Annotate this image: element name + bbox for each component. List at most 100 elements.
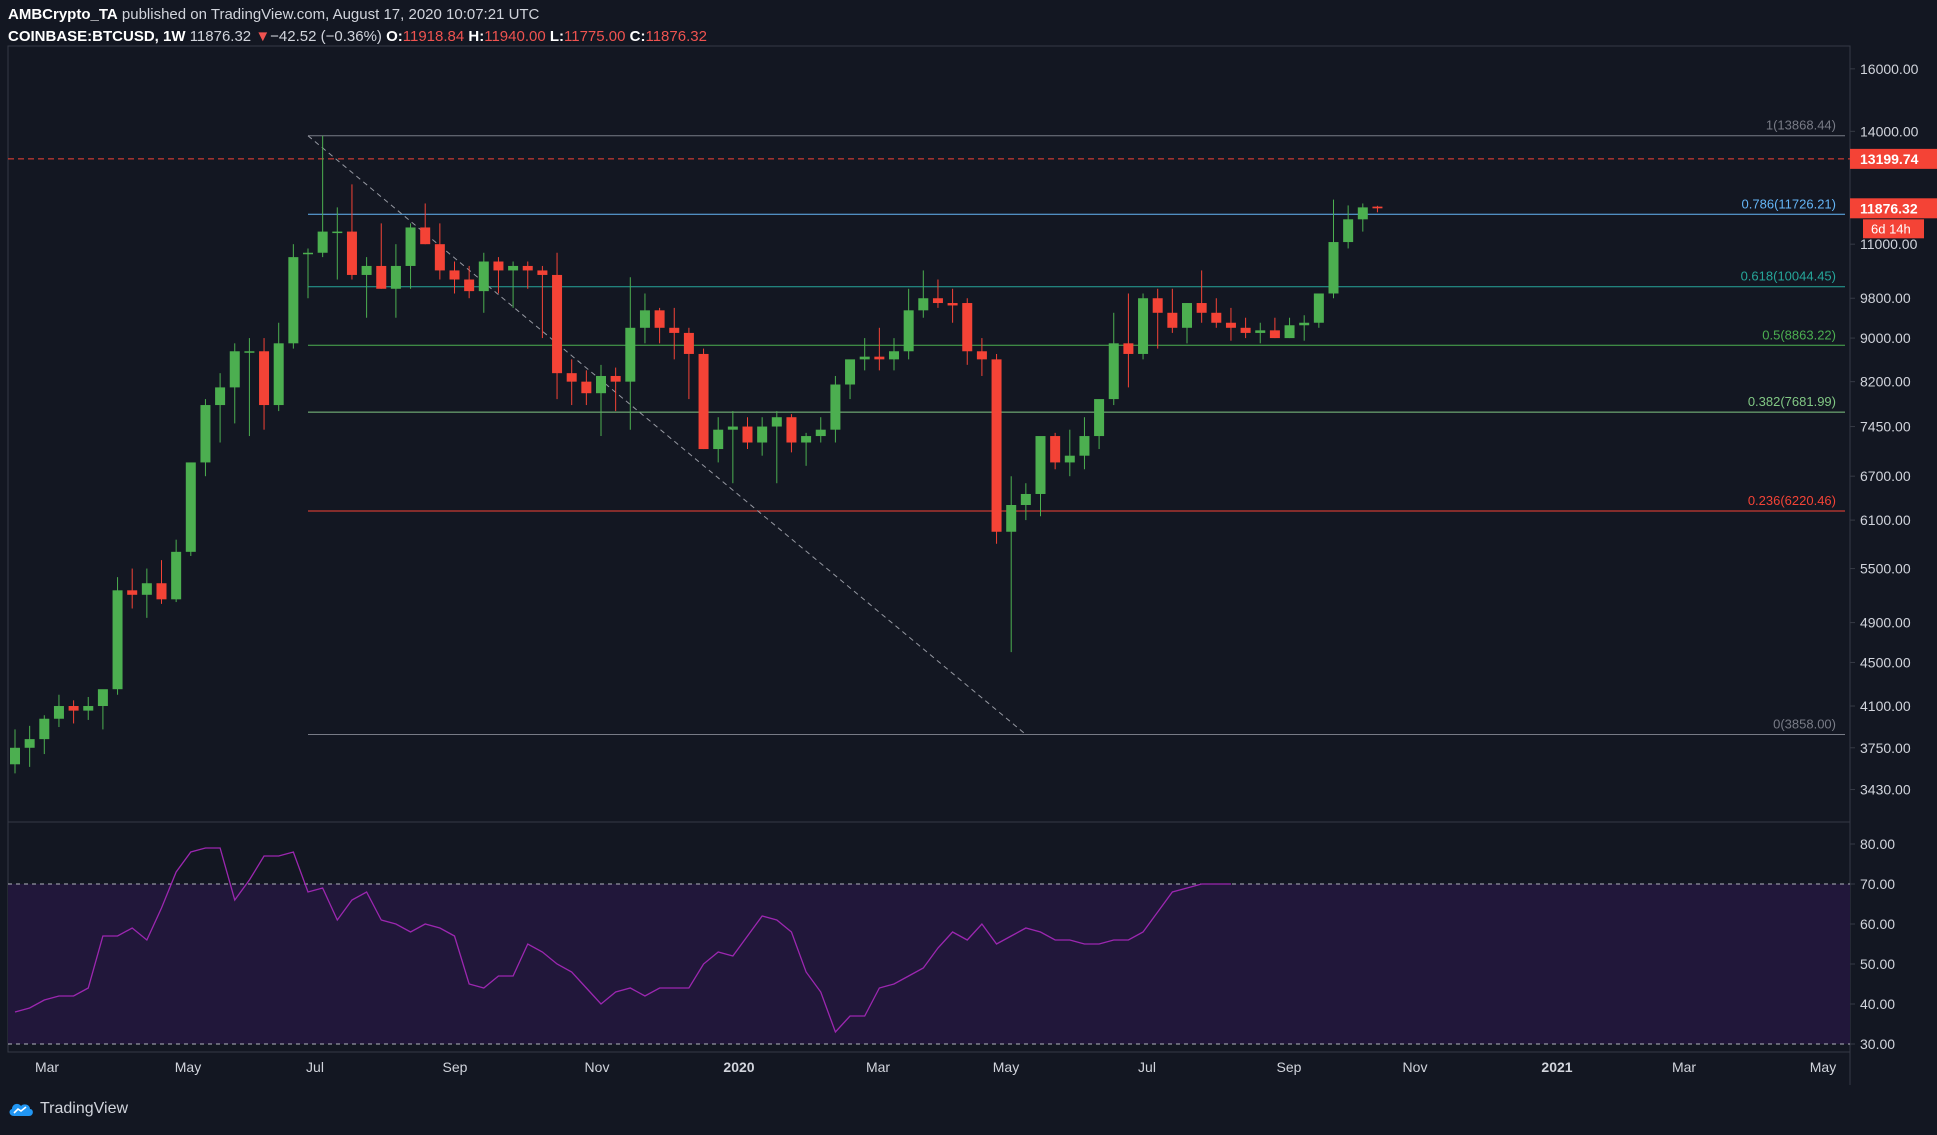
candle-body xyxy=(683,332,694,354)
rsi-tick-label: 50.00 xyxy=(1860,956,1895,972)
candle-body xyxy=(1225,322,1236,328)
candle-body xyxy=(1357,207,1368,220)
candle-body xyxy=(493,261,504,271)
candle-body xyxy=(1138,298,1149,354)
candle-body xyxy=(1269,330,1280,339)
candle-body xyxy=(1064,455,1075,463)
candle-body xyxy=(1094,399,1105,437)
candle-body xyxy=(786,417,797,443)
candle-body xyxy=(1006,504,1017,532)
rsi-tick-label: 60.00 xyxy=(1860,916,1895,932)
candle-body xyxy=(97,689,108,707)
candle-body xyxy=(639,310,650,328)
y-tick-label: 6700.00 xyxy=(1860,468,1911,484)
candle-body xyxy=(522,265,533,271)
candle-body xyxy=(317,231,328,253)
candle-body xyxy=(259,351,270,406)
y-tick-label: 7450.00 xyxy=(1860,419,1911,435)
candle-body xyxy=(874,356,885,360)
tradingview-logo[interactable]: TradingView xyxy=(8,1100,128,1118)
candle-body xyxy=(566,373,577,382)
fib-level-label: 0(3858.00) xyxy=(1773,716,1836,731)
candle-body xyxy=(932,298,943,304)
candle-body xyxy=(991,359,1002,532)
candle-body xyxy=(229,351,240,388)
x-tick-label: Mar xyxy=(1672,1059,1696,1075)
candle-body xyxy=(581,381,592,394)
candle-body xyxy=(1050,436,1061,463)
candle-body xyxy=(185,462,196,552)
y-tick-label: 4900.00 xyxy=(1860,615,1911,631)
candle-body xyxy=(1167,312,1178,328)
candle-body xyxy=(1313,293,1324,323)
y-tick-label: 3750.00 xyxy=(1860,740,1911,756)
candle-body xyxy=(10,747,20,765)
rsi-tick-label: 30.00 xyxy=(1860,1036,1895,1052)
candle-body xyxy=(171,551,182,600)
candle-body xyxy=(434,244,445,271)
candle-body xyxy=(1328,242,1339,294)
y-tick-label: 14000.00 xyxy=(1860,123,1919,139)
candle-body xyxy=(771,417,782,427)
fib-trend-line xyxy=(307,135,1027,735)
x-tick-label: Sep xyxy=(443,1059,468,1075)
y-tick-label: 8200.00 xyxy=(1860,374,1911,390)
y-tick-label: 3430.00 xyxy=(1860,782,1911,798)
y-tick-label: 4100.00 xyxy=(1860,698,1911,714)
candle-body xyxy=(669,327,680,333)
x-tick-label: Jul xyxy=(306,1059,324,1075)
fib-level-label: 1(13868.44) xyxy=(1766,118,1836,133)
candle-body xyxy=(698,353,709,450)
candle-body xyxy=(845,359,856,385)
candle-body xyxy=(508,265,519,271)
fib-level-label: 0.618(10044.45) xyxy=(1741,269,1836,284)
candle-body xyxy=(112,590,123,690)
y-tick-label: 11000.00 xyxy=(1860,236,1918,252)
candle-body xyxy=(1108,343,1119,400)
candle-body xyxy=(1152,298,1163,313)
fib-level-label: 0.382(7681.99) xyxy=(1748,394,1836,409)
candle-body xyxy=(1182,303,1192,328)
price-chart[interactable]: 16000.00 14000.00 11000.00 9800.00 9000.00 82… xyxy=(0,0,1937,1135)
rsi-tick-label: 70.00 xyxy=(1860,876,1895,892)
y-tick-label: 5500.00 xyxy=(1860,561,1911,577)
resistance-price-label: 13199.74 xyxy=(1860,151,1919,167)
brand-name: TradingView xyxy=(40,1100,129,1117)
y-tick-label: 4500.00 xyxy=(1860,654,1911,670)
y-tick-label: 9800.00 xyxy=(1860,290,1911,306)
candle-body xyxy=(1240,327,1251,333)
tradingview-cloud-icon xyxy=(9,1103,33,1116)
candle-body xyxy=(361,265,372,275)
candle-body xyxy=(625,327,636,382)
candle-body xyxy=(332,231,343,234)
candle-body xyxy=(552,274,563,374)
candle-body xyxy=(68,706,79,711)
candle-body xyxy=(1211,312,1222,323)
candle-body xyxy=(889,351,899,360)
candle-body xyxy=(83,706,94,711)
candle-body xyxy=(859,356,870,360)
candle-body xyxy=(727,426,738,430)
candle-body xyxy=(141,583,152,595)
candle-body xyxy=(405,227,416,266)
candle-body xyxy=(596,375,606,394)
candle-body xyxy=(815,429,826,437)
candle-body xyxy=(1299,322,1310,326)
candle-body xyxy=(903,310,914,352)
x-tick-label: Nov xyxy=(585,1059,610,1075)
candle-body xyxy=(1079,436,1090,456)
candle-body xyxy=(449,270,460,280)
fib-level-label: 0.236(6220.46) xyxy=(1748,493,1836,508)
candle-body xyxy=(244,351,255,353)
candle-body xyxy=(346,231,357,275)
x-tick-label: Mar xyxy=(35,1059,59,1075)
candle-body xyxy=(801,436,812,443)
x-tick-label: Sep xyxy=(1277,1059,1302,1075)
candle-body xyxy=(464,279,475,292)
x-tick-label: 2021 xyxy=(1541,1059,1572,1075)
fib-level-label: 0.5(8863.22) xyxy=(1762,327,1836,342)
candle-body xyxy=(654,310,665,328)
candle-body xyxy=(610,375,621,382)
candle-body xyxy=(976,351,987,360)
candle-body xyxy=(713,429,724,450)
